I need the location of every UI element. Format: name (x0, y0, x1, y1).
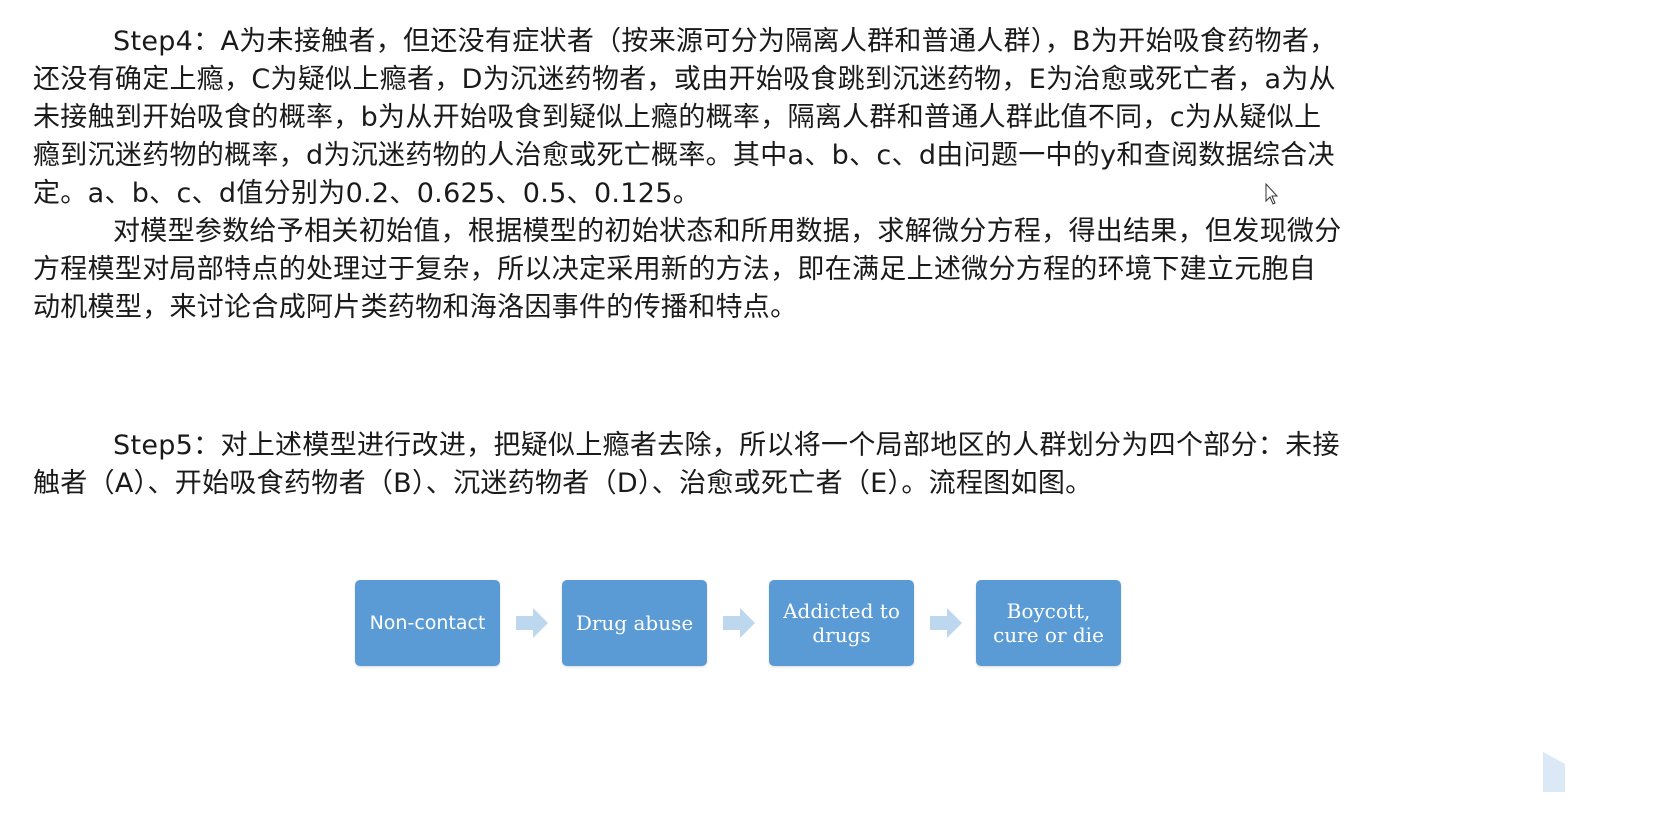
mouse-cursor-icon (1265, 183, 1279, 205)
step4-paragraph: Step4：A为未接触者，但还没有症状者（按来源可分为隔离人群和普通人群），B为… (33, 23, 1533, 213)
right-arrow-icon (930, 608, 962, 638)
flow-node-non-contact: Non-contact (355, 580, 500, 666)
text-line: 方程模型对局部特点的处理过于复杂，所以决定采用新的方法，即在满足上述微分方程的环… (33, 254, 1317, 285)
text-line: 还没有确定上瘾，C为疑似上瘾者，D为沉迷药物者，或由开始吸食跳到沉迷药物，E为治… (33, 64, 1336, 95)
text-line: 未接触到开始吸食的概率，b为从开始吸食到疑似上瘾的概率，隔离人群和普通人群此值不… (33, 102, 1322, 133)
text-line: Step4：A为未接触者，但还没有症状者（按来源可分为隔离人群和普通人群），B为… (113, 26, 1337, 57)
step5-paragraph: Step5：对上述模型进行改进，把疑似上瘾者去除，所以将一个局部地区的人群划分为… (33, 427, 1533, 503)
text-line: Step5：对上述模型进行改进，把疑似上瘾者去除，所以将一个局部地区的人群划分为… (113, 430, 1340, 461)
text-line: 定。a、b、c、d值分别为0.2、0.625、0.5、0.125。 (33, 178, 701, 209)
flow-node-addicted: Addicted to drugs (769, 580, 914, 666)
right-arrow-icon (516, 608, 548, 638)
text-line: 触者（A）、开始吸食药物者（B）、沉迷药物者（D）、治愈或死亡者（E）。流程图如… (33, 468, 1093, 499)
model-paragraph: 对模型参数给予相关初始值，根据模型的初始状态和所用数据，求解微分方程，得出结果，… (33, 213, 1533, 327)
text-line: 瘾到沉迷药物的概率，d为沉迷药物的人治愈或死亡概率。其中a、b、c、d由问题一中… (33, 140, 1335, 171)
flow-node-boycott-cure-die: Boycott, cure or die (976, 580, 1121, 666)
text-line: 动机模型，来讨论合成阿片类药物和海洛因事件的传播和特点。 (33, 292, 798, 323)
right-arrow-icon (723, 608, 755, 638)
page-corner-icon (1543, 752, 1565, 792)
flow-node-drug-abuse: Drug abuse (562, 580, 707, 666)
text-line: 对模型参数给予相关初始值，根据模型的初始状态和所用数据，求解微分方程，得出结果，… (113, 216, 1342, 247)
